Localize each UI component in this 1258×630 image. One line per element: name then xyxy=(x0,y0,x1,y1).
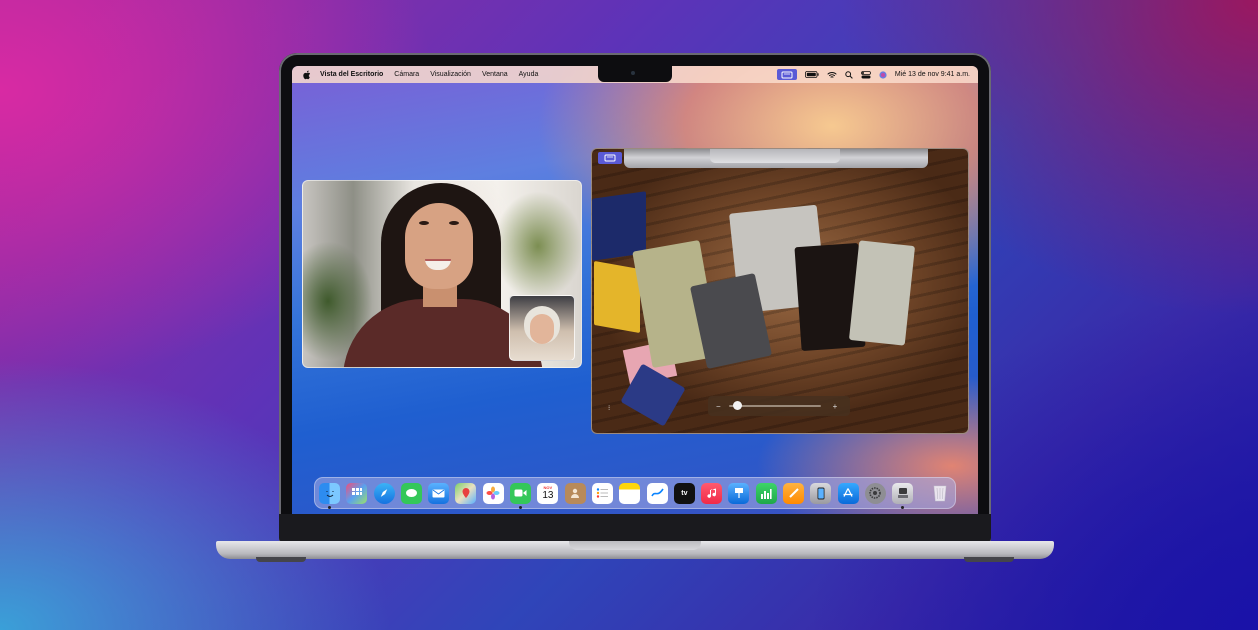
facetime-icon[interactable] xyxy=(510,482,532,509)
numbers-icon[interactable] xyxy=(755,482,777,504)
notes-icon[interactable] xyxy=(619,482,641,504)
zoom-slider[interactable]: − + xyxy=(708,396,850,416)
launchpad-icon[interactable] xyxy=(346,482,368,504)
app-store-icon[interactable] xyxy=(837,482,859,504)
menu-camara[interactable]: Cámara xyxy=(394,71,419,78)
desk-view-dock-icon[interactable] xyxy=(892,482,914,509)
safari-icon[interactable] xyxy=(373,482,395,504)
wifi-icon[interactable] xyxy=(827,71,837,79)
caller-left-eye xyxy=(419,221,429,225)
siri-icon[interactable] xyxy=(879,70,887,79)
facetime-running-indicator xyxy=(519,505,523,509)
dock: NOV 13 tv xyxy=(314,477,956,509)
menu-ventana[interactable]: Ventana xyxy=(482,71,508,78)
search-icon[interactable] xyxy=(845,70,853,79)
messages-icon[interactable] xyxy=(400,482,422,504)
calendar-day-label: 13 xyxy=(542,490,554,501)
laptop-hinge-overlay xyxy=(710,149,840,163)
caller-face xyxy=(405,203,473,289)
zoom-slider-track[interactable] xyxy=(728,401,821,410)
pan-controls-icon[interactable]: ⁝ xyxy=(608,404,610,412)
control-center-icon[interactable] xyxy=(860,70,871,79)
pages-icon[interactable] xyxy=(783,482,805,504)
app-menu-title[interactable]: Vista del Escritorio xyxy=(320,71,383,78)
finder-icon[interactable] xyxy=(319,482,340,509)
laptop-foot-left xyxy=(256,557,306,562)
apple-menu-icon[interactable] xyxy=(302,70,312,80)
photos-icon[interactable] xyxy=(482,482,504,504)
camera-notch xyxy=(598,66,672,82)
caller-right-eye xyxy=(449,221,459,225)
system-settings-icon[interactable] xyxy=(864,482,886,504)
calendar-icon[interactable]: NOV 13 xyxy=(537,482,559,504)
zoom-out-button[interactable]: − xyxy=(716,402,721,411)
laptop-chin xyxy=(279,514,991,542)
desk-view-window[interactable]: ⁝ − + xyxy=(591,148,969,434)
clock-date-time[interactable]: Mié 13 de nov 9:41 a.m. xyxy=(895,71,970,78)
battery-icon[interactable] xyxy=(804,71,819,78)
zoom-in-button[interactable]: + xyxy=(833,402,838,411)
reminders-icon[interactable] xyxy=(591,482,613,504)
menu-bar-status-items: Mié 13 de nov 9:41 a.m. xyxy=(769,66,970,83)
menu-visualizacion[interactable]: Visualización xyxy=(430,71,471,78)
trash-icon[interactable] xyxy=(930,483,951,504)
plant-foliage-right xyxy=(493,191,581,301)
finder-running-indicator xyxy=(328,505,331,509)
yellow-block-sample xyxy=(594,260,640,334)
cream-fabric-swatch xyxy=(848,240,916,346)
menu-ayuda[interactable]: Ayuda xyxy=(519,71,539,78)
desk-view-status-icon[interactable] xyxy=(776,69,797,80)
mail-icon[interactable] xyxy=(428,482,450,504)
desk-view-window-control-icon[interactable] xyxy=(598,152,622,164)
music-icon[interactable] xyxy=(701,482,723,504)
desktop-screen: Vista del Escritorio Cámara Visualizació… xyxy=(292,66,978,514)
laptop-opening-notch xyxy=(569,541,701,550)
maps-icon[interactable] xyxy=(455,482,477,504)
facetime-window[interactable] xyxy=(302,180,582,368)
apple-tv-icon[interactable]: tv xyxy=(673,482,695,504)
laptop-foot-right xyxy=(964,557,1014,562)
camera-lens xyxy=(631,71,635,75)
keynote-icon[interactable] xyxy=(728,482,750,504)
iphone-mirroring-icon[interactable] xyxy=(810,482,832,504)
laptop-edge-overlay xyxy=(624,149,928,168)
freeform-icon[interactable] xyxy=(646,482,668,504)
zoom-slider-knob[interactable] xyxy=(732,401,742,410)
self-view-pip[interactable] xyxy=(509,295,575,361)
desk-view-running-indicator xyxy=(901,505,905,509)
contacts-icon[interactable] xyxy=(564,482,586,504)
self-view-face xyxy=(530,314,554,344)
